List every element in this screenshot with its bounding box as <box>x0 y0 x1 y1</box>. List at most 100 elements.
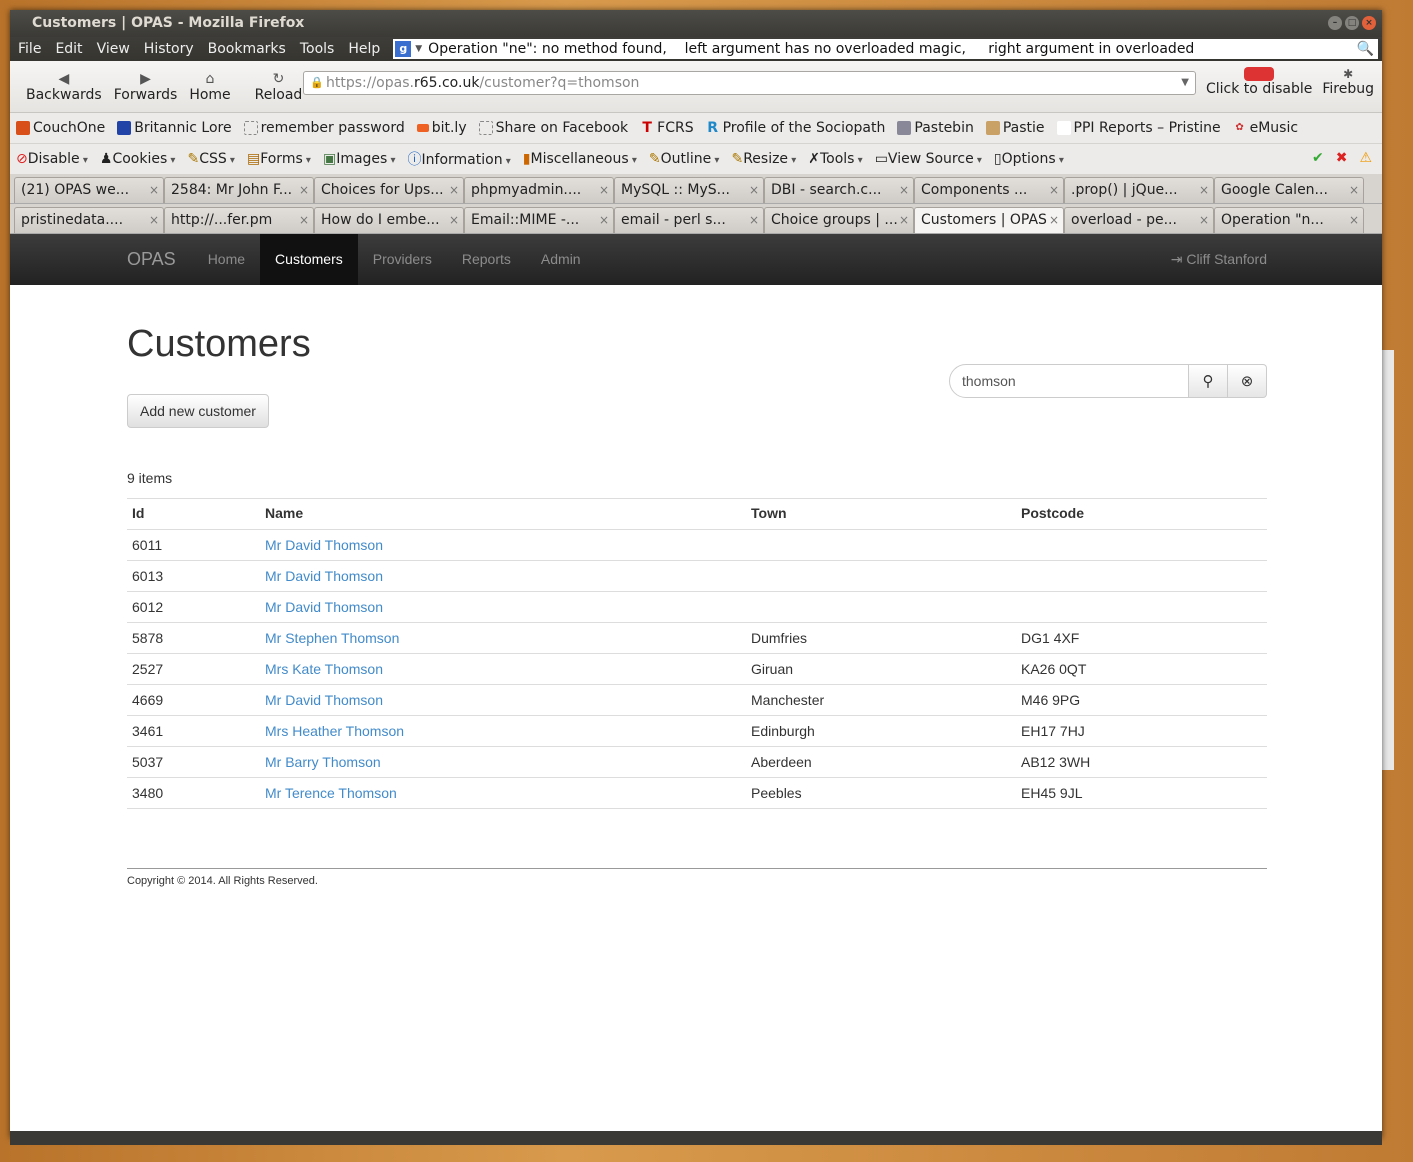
tab[interactable]: Operation "n... × <box>1214 207 1364 233</box>
customer-link[interactable]: Mrs Heather Thomson <box>265 723 404 739</box>
menu-history[interactable]: History <box>137 41 201 57</box>
bookmark-fcrs[interactable]: T FCRS <box>634 120 699 136</box>
close-tab-icon[interactable]: × <box>599 208 609 232</box>
dev-css[interactable]: ✎CSS <box>181 151 241 167</box>
bookmark-couchone[interactable]: CouchOne <box>10 120 111 136</box>
close-tab-icon[interactable]: × <box>1349 178 1359 202</box>
firebug-button[interactable]: ✱ Firebug <box>1322 67 1374 97</box>
add-customer-button[interactable]: Add new customer <box>127 394 269 428</box>
tab[interactable]: pristinedata.... × <box>14 207 164 233</box>
dev-outline[interactable]: ✎Outline <box>643 151 726 167</box>
close-tab-icon[interactable]: × <box>749 208 759 232</box>
forward-button[interactable]: ▶ Forwards <box>108 71 184 103</box>
tab[interactable]: Google Calen... × <box>1214 177 1364 203</box>
chevron-down-icon[interactable]: ▼ <box>415 44 422 54</box>
tab[interactable]: Email::MIME -... × <box>464 207 614 233</box>
menu-help[interactable]: Help <box>341 41 387 57</box>
dev-cookies[interactable]: ♟Cookies <box>94 151 182 167</box>
dev-resize[interactable]: ✎Resize <box>725 151 802 167</box>
close-tab-icon[interactable]: × <box>449 178 459 202</box>
column-postcode[interactable]: Postcode <box>1016 498 1267 530</box>
dev-options[interactable]: ▯Options <box>988 151 1070 167</box>
customer-link[interactable]: Mr Terence Thomson <box>265 785 397 801</box>
search-input[interactable] <box>949 364 1189 398</box>
check-icon[interactable]: ✔ <box>1312 150 1324 166</box>
bookmark-emusic[interactable]: ✿ eMusic <box>1227 120 1304 136</box>
warning-icon[interactable]: ⚠ <box>1359 150 1372 166</box>
dev-information[interactable]: ⓘInformation <box>402 149 517 169</box>
close-tab-icon[interactable]: × <box>149 208 159 232</box>
nav-admin[interactable]: Admin <box>526 234 596 285</box>
close-tab-icon[interactable]: × <box>599 178 609 202</box>
close-tab-icon[interactable]: × <box>1199 178 1209 202</box>
close-tab-icon[interactable]: × <box>1199 208 1209 232</box>
tab[interactable]: overload - pe... × <box>1064 207 1214 233</box>
click-to-disable-button[interactable]: Click to disable <box>1206 67 1312 97</box>
dev-images[interactable]: ▣Images <box>317 151 402 167</box>
back-button[interactable]: ◀ Backwards <box>20 71 108 103</box>
bookmark-bitly[interactable]: bit.ly <box>411 120 473 136</box>
close-tab-icon[interactable]: × <box>299 178 309 202</box>
search-button[interactable]: ⚲ <box>1189 364 1228 398</box>
column-town[interactable]: Town <box>746 498 1016 530</box>
customer-link[interactable]: Mr David Thomson <box>265 568 383 584</box>
tab[interactable]: Components ... × <box>914 177 1064 203</box>
menu-view[interactable]: View <box>90 41 137 57</box>
nav-customers[interactable]: Customers <box>260 234 358 285</box>
nav-reports[interactable]: Reports <box>447 234 526 285</box>
tab[interactable]: DBI - search.c... × <box>764 177 914 203</box>
close-tab-icon[interactable]: × <box>899 208 909 232</box>
bookmark-ppi-reports[interactable]: PPI Reports – Pristine <box>1051 120 1227 136</box>
tab[interactable]: email - perl s... × <box>614 207 764 233</box>
close-tab-icon[interactable]: × <box>299 208 309 232</box>
url-dropdown-icon[interactable]: ▼ <box>1181 72 1189 94</box>
nav-providers[interactable]: Providers <box>358 234 447 285</box>
close-tab-icon[interactable]: × <box>449 208 459 232</box>
close-tab-icon[interactable]: × <box>899 178 909 202</box>
column-id[interactable]: Id <box>127 498 260 530</box>
tab[interactable]: How do I embe... × <box>314 207 464 233</box>
tab-active[interactable]: Customers | OPAS × <box>914 207 1064 233</box>
error-icon[interactable]: ✖ <box>1336 150 1348 166</box>
clear-search-button[interactable]: ⊗ <box>1228 364 1267 398</box>
close-tab-icon[interactable]: × <box>1049 178 1059 202</box>
bookmark-sociopath[interactable]: R Profile of the Sociopath <box>700 120 892 136</box>
close-icon[interactable]: × <box>1362 16 1376 30</box>
search-message-field[interactable]: g ▼ Operation "ne": no method found, lef… <box>393 39 1378 59</box>
tab[interactable]: Choices for Ups... × <box>314 177 464 203</box>
menu-file[interactable]: File <box>10 41 48 57</box>
dev-forms[interactable]: ▤Forms <box>241 151 317 167</box>
customer-link[interactable]: Mr David Thomson <box>265 537 383 553</box>
bookmark-share-facebook[interactable]: Share on Facebook <box>473 120 635 136</box>
customer-link[interactable]: Mr David Thomson <box>265 599 383 615</box>
tab[interactable]: Choice groups | ... × <box>764 207 914 233</box>
dev-miscellaneous[interactable]: ▮Miscellaneous <box>517 151 643 167</box>
reload-button[interactable]: ↻ Reload <box>249 71 309 103</box>
menu-edit[interactable]: Edit <box>48 41 89 57</box>
dev-tools[interactable]: ✗Tools <box>802 151 868 167</box>
dev-disable[interactable]: ⊘Disable <box>10 151 94 167</box>
home-button[interactable]: ⌂ Home <box>183 71 236 103</box>
tab[interactable]: .prop() | jQue... × <box>1064 177 1214 203</box>
menu-tools[interactable]: Tools <box>293 41 342 57</box>
tab[interactable]: phpmyadmin.... × <box>464 177 614 203</box>
tab[interactable]: MySQL :: MyS... × <box>614 177 764 203</box>
customer-link[interactable]: Mr Barry Thomson <box>265 754 381 770</box>
dev-view-source[interactable]: ▭View Source <box>869 151 988 167</box>
customer-link[interactable]: Mrs Kate Thomson <box>265 661 383 677</box>
close-tab-icon[interactable]: × <box>1349 208 1359 232</box>
column-name[interactable]: Name <box>260 498 746 530</box>
nav-home[interactable]: Home <box>193 234 260 285</box>
close-tab-icon[interactable]: × <box>149 178 159 202</box>
customer-link[interactable]: Mr Stephen Thomson <box>265 630 399 646</box>
close-tab-icon[interactable]: × <box>749 178 759 202</box>
search-icon[interactable]: 🔍 <box>1357 41 1374 57</box>
bookmark-pastie[interactable]: Pastie <box>980 120 1051 136</box>
url-bar[interactable]: 🔒 https://opas.r65.co.uk/customer?q=thom… <box>303 71 1196 95</box>
customer-link[interactable]: Mr David Thomson <box>265 692 383 708</box>
bookmark-britannic-lore[interactable]: Britannic Lore <box>111 120 237 136</box>
tab[interactable]: (21) OPAS we... × <box>14 177 164 203</box>
bookmark-pastebin[interactable]: Pastebin <box>891 120 979 136</box>
tab[interactable]: 2584: Mr John F... × <box>164 177 314 203</box>
user-menu[interactable]: ⇥ Cliff Stanford <box>1171 234 1267 285</box>
